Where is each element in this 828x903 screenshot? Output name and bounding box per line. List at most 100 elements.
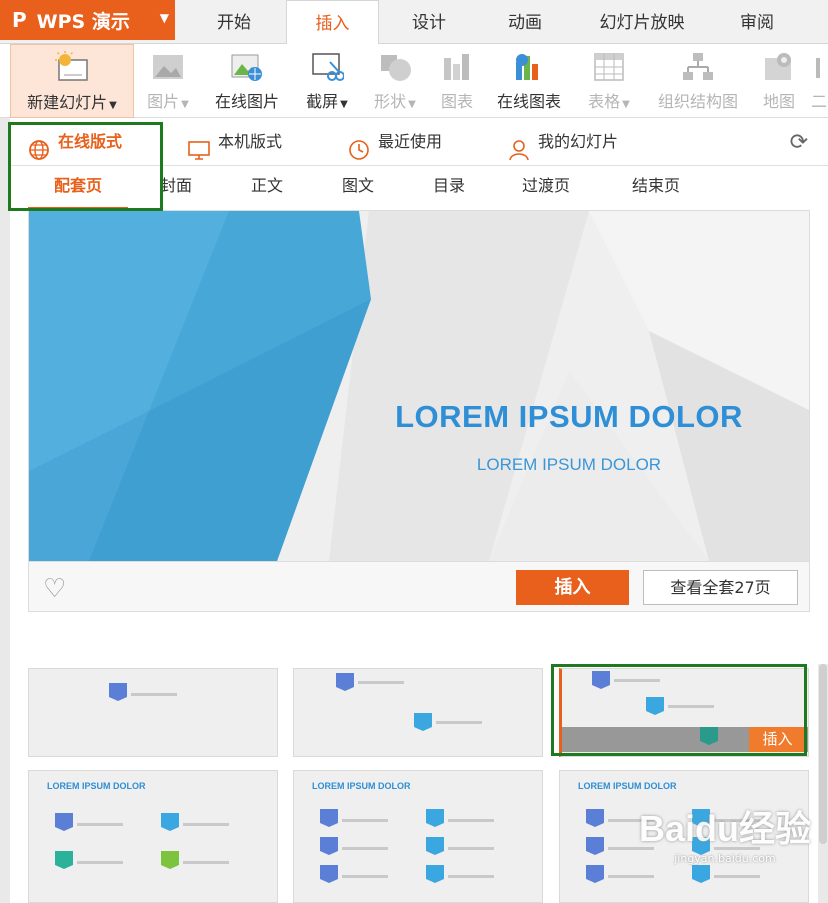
tab-local-layouts[interactable]: 本机版式 <box>188 118 282 166</box>
ribbon-badge-icon <box>320 809 338 827</box>
text-line <box>77 823 123 826</box>
text-line <box>183 861 229 864</box>
wps-logo-icon: P <box>12 8 27 32</box>
preview-background <box>29 211 809 561</box>
chart-icon <box>440 50 474 84</box>
ribbon-badge-icon <box>109 683 127 701</box>
text-line <box>77 861 123 864</box>
category-toc[interactable]: 目录 <box>433 166 465 210</box>
tab-home[interactable]: 开始 <box>184 0 284 44</box>
new-slide-label: 新建幻灯片 <box>27 93 108 112</box>
layout-panel: 在线版式 本机版式 最近使用 我的幻灯片 ⟳ 配套页 封面 正文 图文 目录 过… <box>10 118 828 903</box>
new-slide-button[interactable]: 新建幻灯片 ▼ <box>10 44 134 118</box>
chart-label: 图表 <box>440 92 473 111</box>
ribbon-badge-icon <box>161 851 179 869</box>
more-label: 二 <box>810 92 827 111</box>
map-icon <box>762 50 796 84</box>
text-line <box>131 693 177 696</box>
tab-design[interactable]: 设计 <box>384 0 474 44</box>
dropdown-caret-icon: ▼ <box>109 100 117 111</box>
picture-button[interactable]: 图片 ▼ <box>138 44 198 118</box>
org-chart-button[interactable]: 组织结构图 <box>648 44 748 118</box>
ribbon-badge-icon <box>55 851 73 869</box>
layout-thumbnail[interactable]: LOREM IPSUM DOLOR <box>28 770 278 903</box>
preview-action-bar: ♡ 插入 查看全套27页 <box>29 561 809 611</box>
screenshot-button[interactable]: 截屏 ▼ <box>296 44 358 118</box>
app-menu-button[interactable]: P WPS 演示 ▼ <box>0 0 175 40</box>
category-ending[interactable]: 结束页 <box>632 166 680 210</box>
table-button[interactable]: 表格 ▼ <box>578 44 640 118</box>
category-transition[interactable]: 过渡页 <box>522 166 570 210</box>
online-chart-label: 在线图表 <box>496 92 561 111</box>
text-line <box>436 721 482 724</box>
ribbon-badge-icon <box>320 837 338 855</box>
layout-thumbnail[interactable]: LOREM IPSUM DOLOR <box>293 770 543 903</box>
text-line <box>448 847 494 850</box>
watermark-url: jingyan.baidu.com <box>674 852 776 865</box>
layout-thumbnail[interactable] <box>293 668 543 757</box>
monitor-icon <box>188 131 210 160</box>
map-button[interactable]: 地图 <box>756 44 802 118</box>
new-slide-icon <box>55 51 89 85</box>
category-body[interactable]: 正文 <box>251 166 283 210</box>
ribbon-badge-icon <box>414 713 432 731</box>
tab-my-slides-label: 我的幻灯片 <box>538 132 619 151</box>
dropdown-caret-icon: ▼ <box>408 99 416 110</box>
picture-label: 图片 <box>147 92 180 111</box>
tab-animation[interactable]: 动画 <box>478 0 572 44</box>
menu-tab-bar: P WPS 演示 ▼ 开始 插入 设计 动画 幻灯片放映 审阅 <box>0 0 828 45</box>
preview-title: LOREM IPSUM DOLOR <box>395 399 743 434</box>
selection-highlight <box>551 664 807 756</box>
preview-subtitle: LOREM IPSUM DOLOR <box>476 455 662 474</box>
org-chart-icon <box>681 50 715 84</box>
shape-button[interactable]: 形状 ▼ <box>364 44 426 118</box>
tab-insert[interactable]: 插入 <box>286 0 379 45</box>
shape-label: 形状 <box>374 92 407 111</box>
ribbon-badge-icon <box>161 813 179 831</box>
tab-local-label: 本机版式 <box>218 132 283 151</box>
ribbon-badge-icon <box>426 837 444 855</box>
clock-icon <box>348 131 370 160</box>
ribbon-badge-icon <box>426 865 444 883</box>
highlight-box <box>8 122 163 211</box>
insert-button[interactable]: 插入 <box>516 570 629 605</box>
table-label: 表格 <box>588 92 621 111</box>
table-icon <box>592 50 626 84</box>
view-all-button[interactable]: 查看全套27页 <box>643 570 798 605</box>
text-line <box>358 681 404 684</box>
thumbnail-title: LOREM IPSUM DOLOR <box>47 781 146 791</box>
online-chart-button[interactable]: 在线图表 <box>488 44 570 118</box>
chart-button[interactable]: 图表 <box>434 44 480 118</box>
slide-preview[interactable]: LOREM IPSUM DOLOR LOREM IPSUM DOLOR ♡ 插入… <box>28 210 810 612</box>
more-button[interactable]: 二 <box>810 44 828 118</box>
favorite-heart-icon[interactable]: ♡ <box>43 574 66 604</box>
text-line <box>448 875 494 878</box>
map-label: 地图 <box>762 92 795 111</box>
tab-slideshow[interactable]: 幻灯片放映 <box>576 0 708 44</box>
watermark: Baidu经验 jingyan.baidu.com <box>630 800 820 896</box>
text-line <box>342 847 388 850</box>
online-chart-icon <box>512 50 546 84</box>
ribbon: 新建幻灯片 ▼ 图片 ▼ 在线图片 截屏 ▼ 形状 ▼ 图表 在线图表 表格 ▼ 组织结构… <box>0 44 828 118</box>
ribbon-badge-icon <box>586 837 604 855</box>
ribbon-badge-icon <box>55 813 73 831</box>
scrollbar-thumb[interactable] <box>819 664 827 844</box>
category-image-text[interactable]: 图文 <box>342 166 374 210</box>
online-picture-label: 在线图片 <box>214 92 279 111</box>
screenshot-icon <box>310 50 345 84</box>
tab-review[interactable]: 审阅 <box>712 0 802 44</box>
picture-icon <box>151 50 185 84</box>
refresh-icon[interactable]: ⟳ <box>790 130 808 155</box>
text-line <box>448 819 494 822</box>
text-line <box>183 823 229 826</box>
user-icon <box>508 131 530 161</box>
category-cover[interactable]: 封面 <box>160 166 192 210</box>
layout-thumbnail[interactable] <box>28 668 278 757</box>
org-chart-label: 组织结构图 <box>657 92 738 111</box>
online-picture-button[interactable]: 在线图片 <box>206 44 288 118</box>
tab-my-slides[interactable]: 我的幻灯片 <box>508 118 618 166</box>
shape-icon <box>378 50 412 84</box>
text-line <box>342 819 388 822</box>
tab-recent[interactable]: 最近使用 <box>348 118 442 166</box>
dropdown-caret-icon: ▼ <box>622 99 630 110</box>
